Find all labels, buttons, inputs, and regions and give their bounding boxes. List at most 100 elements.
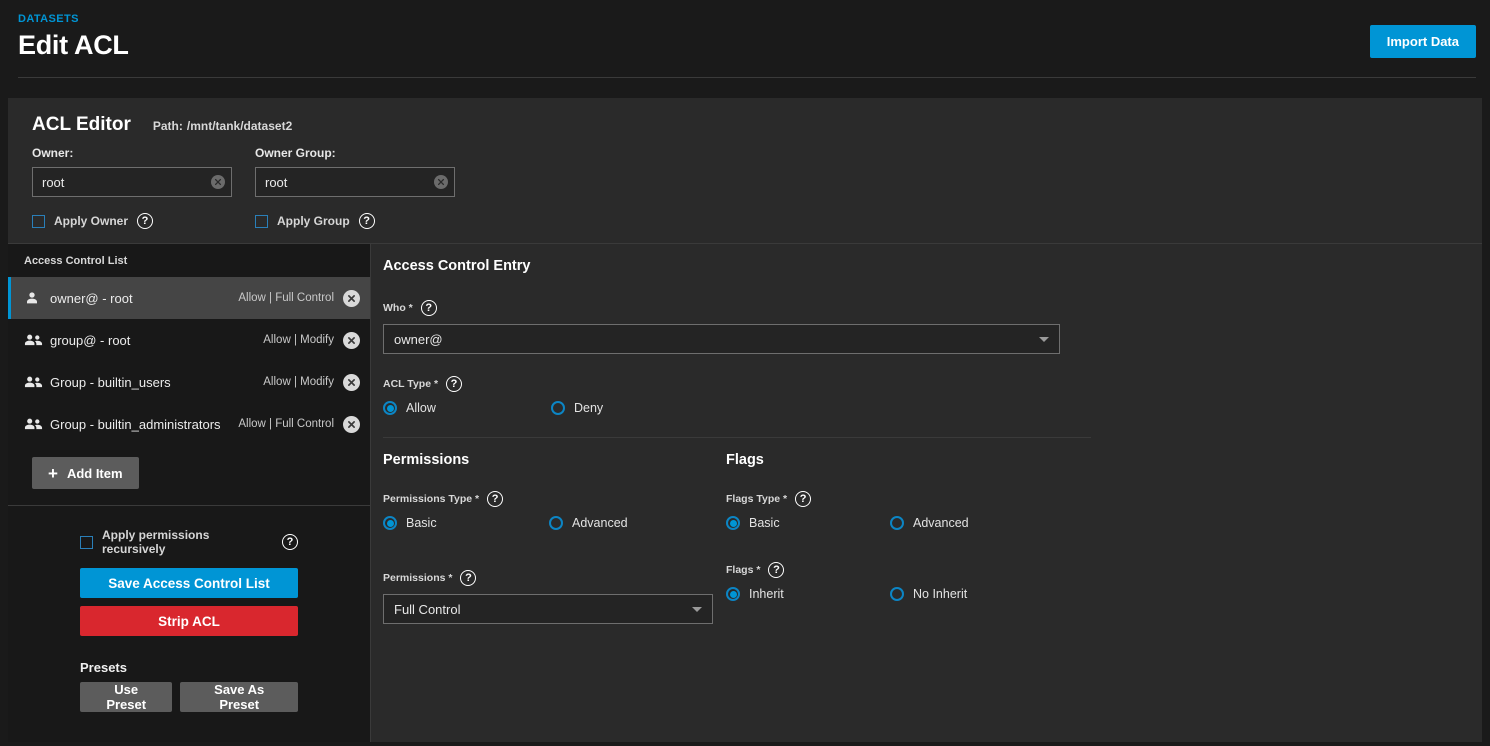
permissions-flags-row: Permissions Permissions Type * ? Basic A… — [383, 452, 1458, 624]
use-preset-button[interactable]: Use Preset — [80, 682, 173, 712]
flags-value-help-icon[interactable]: ? — [768, 562, 785, 578]
remove-acl-item-button[interactable] — [343, 289, 360, 307]
acl-list-item-label: Group - builtin_users — [50, 374, 171, 390]
acl-list-item[interactable]: owner@ - root Allow | Full Control — [8, 277, 370, 319]
permissions-type-label-row: Permissions Type * ? — [383, 491, 726, 507]
flags-value-label: Flags * — [726, 564, 761, 576]
flags-title: Flags — [726, 452, 764, 468]
owner-group-input[interactable]: root — [255, 167, 455, 197]
acl-type-label-row: ACL Type * ? — [383, 376, 1458, 392]
flags-type-option-advanced[interactable]: Advanced — [890, 516, 969, 530]
flags-inherit-label: Inherit — [749, 587, 784, 601]
radio-icon-allow — [383, 401, 397, 415]
clear-icon[interactable] — [211, 175, 225, 189]
acl-list-item[interactable]: group@ - root Allow | Modify — [8, 319, 370, 361]
apply-recursively-label: Apply permissions recursively — [102, 528, 210, 556]
import-data-button[interactable]: Import Data — [1369, 25, 1476, 58]
acl-type-deny-label: Deny — [574, 401, 604, 415]
presets-row: Use Preset Save As Preset — [80, 682, 298, 712]
apply-recursively-row: Apply permissions recursively ? — [80, 528, 298, 556]
owner-field-group: Owner: root Apply Owner ? — [32, 146, 232, 229]
strip-acl-button[interactable]: Strip ACL — [80, 606, 298, 636]
flags-option-no-inherit[interactable]: No Inherit — [890, 587, 967, 601]
close-icon — [348, 378, 355, 386]
radio-icon-no-inherit — [890, 587, 904, 601]
page-header: DATASETS Edit ACL Import Data — [0, 0, 1490, 78]
permissions-value-label-row: Permissions * ? — [383, 570, 726, 586]
acl-body: Access Control List owner@ - root Allow … — [8, 243, 1482, 742]
apply-group-row: Apply Group ? — [255, 213, 455, 229]
owner-group-field-group: Owner Group: root Apply Group ? — [255, 146, 455, 229]
permissions-value-label: Permissions * — [383, 572, 453, 584]
permissions-title: Permissions — [383, 452, 470, 468]
breadcrumb[interactable]: DATASETS — [18, 8, 1476, 25]
acl-list-item-permission: Allow | Modify — [263, 376, 334, 388]
person-icon — [24, 290, 44, 306]
acl-editor-title-row: ACL Editor Path:/mnt/tank/dataset2 — [32, 114, 1458, 136]
apply-group-checkbox[interactable] — [255, 214, 268, 228]
acl-type-allow-label: Allow — [406, 401, 436, 415]
apply-owner-checkbox[interactable] — [32, 214, 45, 228]
owner-input-value: root — [42, 174, 65, 190]
who-select-value: owner@ — [394, 331, 443, 347]
page-title: Edit ACL — [18, 30, 129, 60]
apply-group-label: Apply Group — [277, 214, 350, 228]
acl-list-item-permission: Allow | Modify — [263, 334, 334, 346]
apply-recursively-help-icon[interactable]: ? — [282, 534, 298, 550]
owner-label: Owner: — [32, 146, 74, 160]
permissions-type-advanced-label: Advanced — [572, 516, 628, 530]
radio-icon-basic — [726, 516, 740, 530]
people-icon — [24, 416, 44, 432]
acl-list-item[interactable]: Group - builtin_users Allow | Modify — [8, 361, 370, 403]
permissions-type-option-basic[interactable]: Basic — [383, 516, 549, 530]
acl-type-label: ACL Type * — [383, 378, 439, 390]
remove-acl-item-button[interactable] — [343, 415, 360, 433]
permissions-type-help-icon[interactable]: ? — [487, 491, 504, 507]
permissions-type-radio-group: Basic Advanced — [383, 516, 726, 530]
acl-type-help-icon[interactable]: ? — [446, 376, 463, 392]
add-item-button[interactable]: + Add Item — [32, 457, 139, 489]
permissions-value-help-icon[interactable]: ? — [460, 570, 477, 586]
access-control-list: owner@ - root Allow | Full Control group… — [8, 277, 370, 445]
permissions-type-basic-label: Basic — [406, 516, 437, 530]
people-icon — [24, 332, 44, 348]
chevron-down-icon — [1039, 337, 1049, 342]
acl-type-option-allow[interactable]: Allow — [383, 401, 551, 415]
who-label: Who * — [383, 302, 413, 314]
acl-type-option-deny[interactable]: Deny — [551, 401, 603, 415]
clear-icon[interactable] — [434, 175, 448, 189]
access-control-list-header: Access Control List — [24, 255, 128, 267]
apply-group-help-icon[interactable]: ? — [358, 213, 375, 229]
acl-list-item-label: group@ - root — [50, 332, 131, 348]
flags-option-inherit[interactable]: Inherit — [726, 587, 890, 601]
entry-section-divider — [383, 437, 1091, 438]
owner-input[interactable]: root — [32, 167, 232, 197]
apply-recursively-checkbox[interactable] — [80, 535, 93, 549]
close-icon — [348, 420, 355, 428]
remove-acl-item-button[interactable] — [343, 331, 360, 349]
apply-owner-help-icon[interactable]: ? — [137, 213, 154, 229]
flags-type-option-basic[interactable]: Basic — [726, 516, 890, 530]
add-item-label: Add Item — [66, 465, 123, 481]
acl-type-radio-group: Allow Deny — [383, 401, 1458, 415]
path-value: /mnt/tank/dataset2 — [186, 119, 293, 133]
radio-icon-deny — [551, 401, 565, 415]
save-access-control-list-button[interactable]: Save Access Control List — [80, 568, 298, 598]
flags-type-label: Flags Type * — [726, 493, 788, 505]
permissions-select[interactable]: Full Control — [383, 594, 713, 624]
owner-fields-grid: Owner: root Apply Owner ? Owner Group: r… — [32, 146, 1458, 229]
acl-editor-top-section: ACL Editor Path:/mnt/tank/dataset2 Owner… — [8, 98, 1482, 243]
remove-acl-item-button[interactable] — [343, 373, 360, 391]
dataset-path: Path:/mnt/tank/dataset2 — [153, 119, 292, 133]
permissions-type-option-advanced[interactable]: Advanced — [549, 516, 628, 530]
acl-list-item[interactable]: Group - builtin_administrators Allow | F… — [8, 403, 370, 445]
who-select[interactable]: owner@ — [383, 324, 1060, 354]
flags-value-label-row: Flags * ? — [726, 562, 1106, 578]
flags-type-help-icon[interactable]: ? — [795, 491, 812, 507]
access-control-entry-title: Access Control Entry — [383, 258, 531, 274]
flags-type-advanced-label: Advanced — [913, 516, 969, 530]
owner-group-label: Owner Group: — [255, 146, 336, 160]
radio-icon-advanced — [890, 516, 904, 530]
who-help-icon[interactable]: ? — [420, 300, 437, 316]
save-as-preset-button[interactable]: Save As Preset — [180, 682, 298, 712]
